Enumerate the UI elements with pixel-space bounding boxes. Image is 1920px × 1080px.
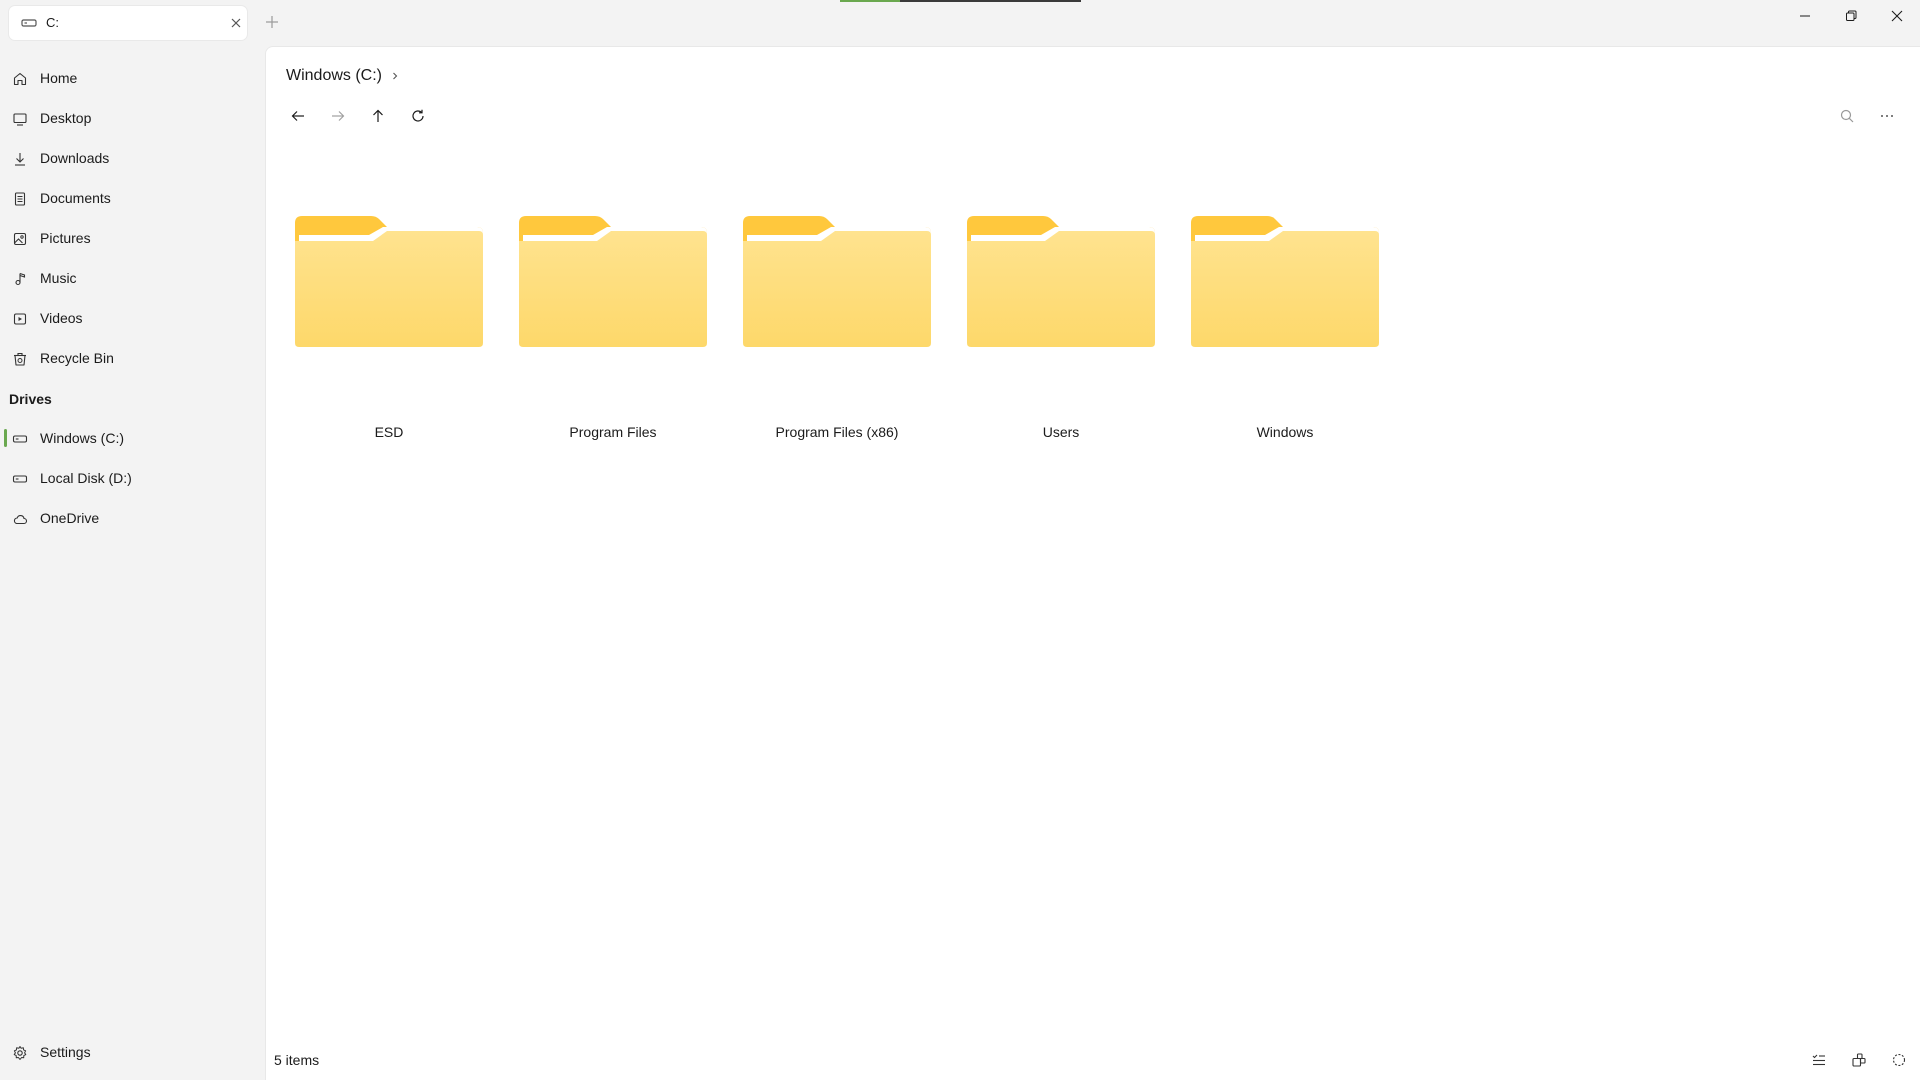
sidebar-item-pictures[interactable]: Pictures [0, 220, 265, 256]
folder-name: ESD [374, 424, 404, 440]
folder-icon [1191, 216, 1379, 347]
breadcrumb-item-windows-c[interactable]: Windows (C:) [286, 67, 382, 85]
sidebar-item-recycle-bin[interactable]: Recycle Bin [0, 340, 265, 376]
arrow-right-icon [332, 111, 345, 121]
close-tab-icon[interactable] [229, 16, 243, 30]
arrow-up-icon [373, 109, 383, 122]
sidebar: Home Desktop Downloads Documents Picture… [0, 46, 265, 1080]
folder-icon [967, 216, 1155, 347]
picture-icon [13, 232, 27, 246]
sidebar-item-desktop[interactable]: Desktop [0, 100, 265, 136]
grid-view-button[interactable] [1844, 1045, 1874, 1075]
folder-name: Windows [1256, 424, 1314, 440]
sidebar-item-local-disk-d[interactable]: Local Disk (D:) [0, 460, 265, 496]
document-icon [14, 192, 26, 206]
sidebar-item-label: Windows (C:) [40, 430, 125, 446]
gear-icon [13, 1046, 27, 1060]
folder-item-esd[interactable]: ESD [282, 197, 483, 447]
loading-bar-fill [840, 0, 900, 2]
desktop-icon [13, 113, 27, 126]
recycle-bin-icon [14, 352, 26, 366]
restore-icon [1846, 10, 1857, 21]
music-icon [15, 272, 26, 286]
sidebar-item-onedrive[interactable]: OneDrive [0, 500, 265, 536]
search-button[interactable] [1832, 101, 1862, 131]
more-options-button[interactable] [1872, 101, 1902, 131]
drive-icon [12, 475, 28, 483]
adaptive-view-button[interactable] [1884, 1045, 1914, 1075]
home-icon [13, 72, 27, 86]
details-view-icon [1812, 1054, 1825, 1066]
refresh-button[interactable] [403, 101, 433, 131]
sidebar-item-label: Home [40, 70, 78, 86]
video-icon [13, 313, 27, 325]
minimize-icon [1800, 15, 1810, 17]
sidebar-item-label: Videos [40, 310, 83, 326]
selected-indicator [4, 429, 7, 447]
sidebar-item-windows-c[interactable]: Windows (C:) [0, 420, 265, 456]
details-view-button[interactable] [1804, 1045, 1834, 1075]
sidebar-item-documents[interactable]: Documents [0, 180, 265, 216]
up-button[interactable] [363, 101, 393, 131]
back-button[interactable] [283, 101, 313, 131]
sidebar-item-videos[interactable]: Videos [0, 300, 265, 336]
folder-item-users[interactable]: Users [954, 197, 1155, 447]
close-icon [1891, 10, 1903, 22]
sidebar-item-label: Recycle Bin [40, 350, 114, 366]
folder-name: Users [1042, 424, 1080, 440]
folder-icon [519, 216, 707, 347]
new-tab-icon[interactable] [264, 14, 280, 30]
breadcrumb: Windows (C:) [286, 67, 400, 85]
main-content: Windows (C:) ESD Program Files Program F… [265, 46, 1920, 1080]
folder-item-program-files-x86[interactable]: Program Files (x86) [730, 197, 931, 447]
item-count: 5 items [274, 1052, 320, 1068]
minimize-button[interactable] [1782, 0, 1828, 32]
folder-name: Program Files (x86) [775, 424, 899, 440]
sidebar-item-label: Music [40, 270, 77, 286]
folder-icon [743, 216, 931, 347]
sidebar-item-label: Documents [40, 190, 111, 206]
sidebar-item-label: Pictures [40, 230, 91, 246]
sidebar-item-downloads[interactable]: Downloads [0, 140, 265, 176]
arrow-left-icon [291, 111, 304, 121]
chevron-right-icon[interactable] [390, 71, 400, 81]
adaptive-view-icon [1892, 1053, 1906, 1067]
forward-button[interactable] [323, 101, 353, 131]
drives-section-header: Drives [9, 391, 52, 407]
sidebar-item-label: Local Disk (D:) [40, 470, 132, 486]
sidebar-item-music[interactable]: Music [0, 260, 265, 296]
sidebar-item-home[interactable]: Home [0, 60, 265, 96]
refresh-icon [412, 109, 424, 122]
sidebar-item-label: Downloads [40, 150, 110, 166]
drive-icon [21, 19, 37, 27]
tab-c-drive[interactable]: C: [9, 6, 247, 40]
restore-button[interactable] [1828, 0, 1874, 32]
drive-icon [12, 435, 28, 443]
cloud-icon [13, 515, 28, 525]
folder-item-program-files[interactable]: Program Files [506, 197, 707, 447]
settings-button[interactable]: Settings [0, 1034, 265, 1070]
folder-icon [295, 216, 483, 347]
sidebar-item-label: OneDrive [40, 510, 100, 526]
title-bar: C: [0, 0, 1920, 46]
download-icon [15, 153, 25, 166]
tab-label: C: [46, 15, 59, 30]
folder-name: Program Files [569, 424, 657, 440]
more-icon [1881, 115, 1893, 117]
sidebar-item-label: Desktop [40, 110, 92, 126]
grid-view-icon [1852, 1053, 1866, 1067]
close-window-button[interactable] [1874, 0, 1920, 32]
search-icon [1840, 109, 1854, 123]
settings-label: Settings [40, 1044, 91, 1060]
folder-item-windows[interactable]: Windows [1178, 197, 1379, 447]
